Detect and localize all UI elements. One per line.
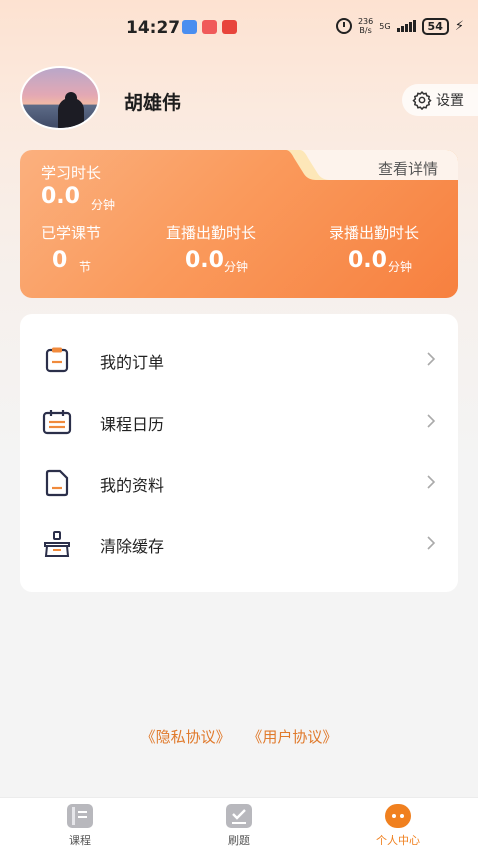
net-speed-unit: B/s bbox=[359, 26, 372, 35]
settings-label: 设置 bbox=[436, 93, 464, 109]
practice-icon bbox=[226, 804, 252, 828]
chevron-right-icon bbox=[427, 352, 436, 366]
tab-practice[interactable]: 刷题 bbox=[199, 804, 279, 848]
privacy-agreement-link[interactable]: 《隐私协议》 bbox=[141, 728, 231, 746]
status-time: 14:27 bbox=[126, 18, 181, 38]
gear-icon bbox=[412, 90, 432, 110]
tab-courses[interactable]: 课程 bbox=[40, 804, 120, 848]
study-time-label: 学习时长 bbox=[41, 164, 102, 182]
menu-card: 我的订单 课程日历 我的资料 清除缓存 bbox=[20, 314, 458, 592]
avatar[interactable] bbox=[20, 66, 100, 130]
app-notification-icon bbox=[202, 20, 217, 34]
chevron-right-icon bbox=[427, 475, 436, 489]
menu-item-orders[interactable]: 我的订单 bbox=[20, 328, 458, 389]
menu-item-label: 清除缓存 bbox=[100, 537, 165, 556]
recorded-attendance-label: 录播出勤时长 bbox=[329, 224, 420, 242]
recorded-attendance-unit: 分钟 bbox=[388, 260, 413, 274]
menu-item-calendar[interactable]: 课程日历 bbox=[20, 390, 458, 451]
menu-item-label: 我的订单 bbox=[100, 353, 165, 372]
menu-item-clear-cache[interactable]: 清除缓存 bbox=[20, 512, 458, 573]
live-attendance-value: 0.0 bbox=[185, 248, 224, 273]
broom-icon bbox=[44, 531, 70, 557]
lessons-label: 已学课节 bbox=[41, 224, 102, 242]
settings-button[interactable]: 设置 bbox=[402, 84, 478, 116]
user-name: 胡雄伟 bbox=[124, 92, 182, 114]
lessons-unit: 节 bbox=[79, 260, 92, 274]
tab-profile[interactable]: 个人中心 bbox=[358, 804, 438, 848]
menu-item-label: 课程日历 bbox=[100, 415, 165, 434]
net-speed-value: 236 bbox=[357, 17, 374, 26]
tab-label: 课程 bbox=[69, 834, 91, 847]
study-time-unit: 分钟 bbox=[91, 198, 116, 212]
chevron-right-icon bbox=[427, 536, 436, 550]
menu-item-profile-data[interactable]: 我的资料 bbox=[20, 451, 458, 512]
view-details-label: 查看详情 bbox=[377, 160, 438, 178]
profile-header: 胡雄伟 设置 bbox=[0, 66, 478, 136]
tab-label: 刷题 bbox=[228, 834, 250, 847]
charging-icon: ⚡ bbox=[454, 18, 464, 34]
alarm-icon bbox=[335, 18, 352, 34]
menu-item-label: 我的资料 bbox=[100, 476, 165, 495]
agreement-links: 《隐私协议》 《用户协议》 bbox=[0, 726, 478, 747]
live-attendance-label: 直播出勤时长 bbox=[166, 224, 257, 242]
view-details-button[interactable]: 查看详情 bbox=[286, 150, 458, 180]
tab-label: 个人中心 bbox=[376, 834, 420, 847]
signal-icon bbox=[396, 20, 416, 32]
live-attendance-unit: 分钟 bbox=[224, 260, 249, 274]
status-bar: 14:27 236 B/s 5G 54 ⚡ bbox=[0, 0, 478, 56]
recorded-attendance-value: 0.0 bbox=[348, 248, 387, 273]
net-speed: 236 B/s bbox=[358, 17, 373, 35]
chevron-right-icon bbox=[427, 414, 436, 428]
course-icon bbox=[67, 804, 93, 828]
avatar-person bbox=[58, 98, 84, 128]
network-type: 5G bbox=[379, 21, 391, 31]
calendar-icon bbox=[42, 410, 72, 435]
study-stats-card: 查看详情 学习时长 0.0 分钟 已学课节 0 节 直播出勤时长 0.0 分钟 … bbox=[20, 150, 458, 298]
app-notification-icon bbox=[182, 20, 197, 34]
app-notification-icon bbox=[222, 20, 237, 34]
lessons-value: 0 bbox=[52, 248, 68, 273]
status-indicators: 236 B/s 5G 54 ⚡ bbox=[335, 17, 464, 35]
battery-icon: 54 bbox=[421, 17, 449, 35]
bottom-tab-bar: 课程 刷题 个人中心 bbox=[0, 797, 478, 850]
order-icon bbox=[45, 347, 69, 373]
profile-icon bbox=[385, 804, 411, 828]
study-time-value: 0.0 bbox=[41, 184, 80, 209]
notification-icons bbox=[182, 20, 237, 34]
user-agreement-link[interactable]: 《用户协议》 bbox=[247, 728, 337, 746]
document-icon bbox=[45, 469, 69, 497]
